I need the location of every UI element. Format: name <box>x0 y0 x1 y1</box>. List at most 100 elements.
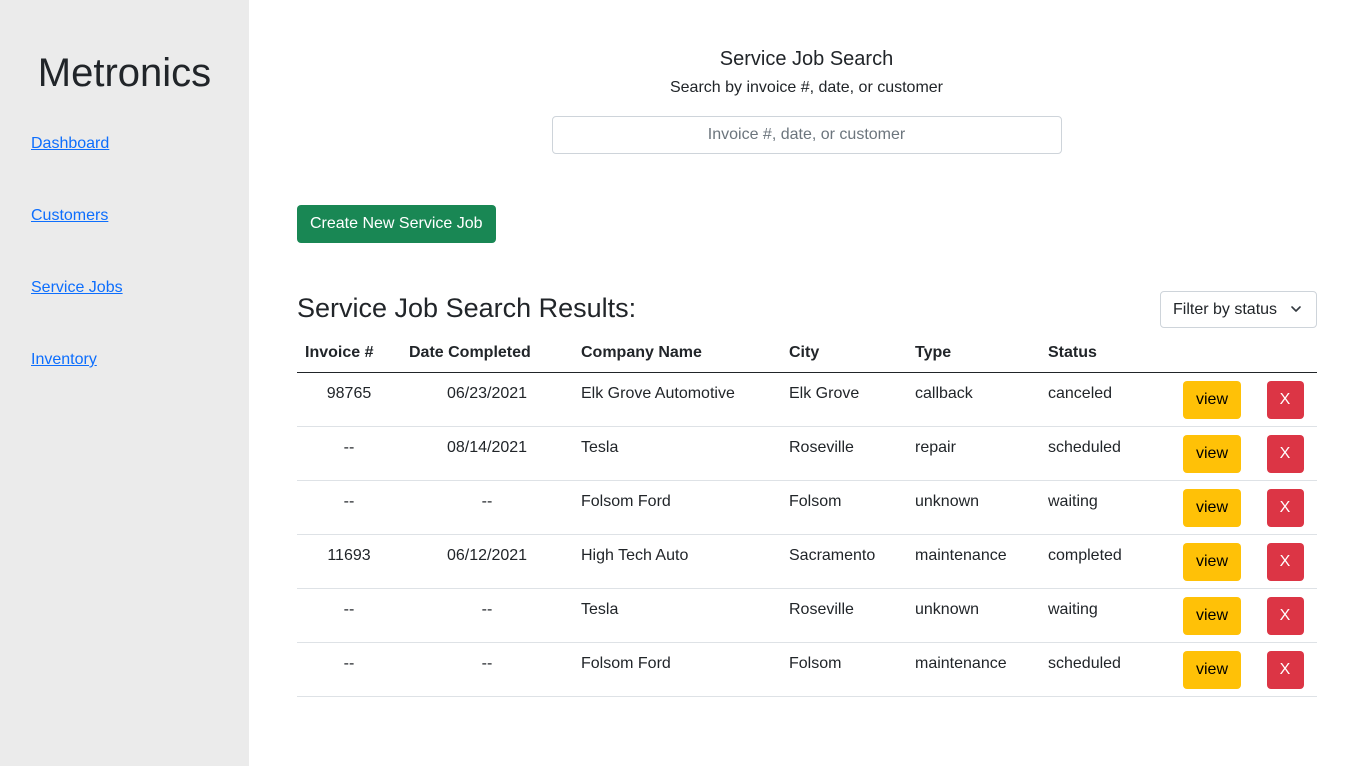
sidebar-nav: Dashboard Customers Service Jobs Invento… <box>0 134 249 422</box>
cell-view: view <box>1171 534 1253 589</box>
cell-status: canceled <box>1040 372 1171 427</box>
column-header-invoice: Invoice # <box>297 333 401 373</box>
column-header-delete <box>1253 333 1317 373</box>
cell-type: maintenance <box>907 534 1040 589</box>
cell-city: Sacramento <box>781 534 907 589</box>
column-header-view <box>1171 333 1253 373</box>
table-row: -- -- Tesla Roseville unknown waiting vi… <box>297 588 1317 643</box>
cell-city: Roseville <box>781 426 907 481</box>
table-row: 98765 06/23/2021 Elk Grove Automotive El… <box>297 372 1317 427</box>
cell-company: Tesla <box>573 588 781 643</box>
cell-type: maintenance <box>907 642 1040 697</box>
cell-delete: X <box>1253 534 1317 589</box>
cell-delete: X <box>1253 426 1317 481</box>
results-table: Invoice # Date Completed Company Name Ci… <box>297 333 1317 697</box>
status-filter-label: Filter by status <box>1173 300 1278 318</box>
view-button[interactable]: view <box>1183 489 1241 527</box>
cell-view: view <box>1171 372 1253 427</box>
cell-city: Folsom <box>781 642 907 697</box>
app-root: Metronics Dashboard Customers Service Jo… <box>0 0 1364 766</box>
table-row: -- 08/14/2021 Tesla Roseville repair sch… <box>297 426 1317 481</box>
results-title: Service Job Search Results: <box>297 293 637 323</box>
cell-invoice: -- <box>297 426 401 481</box>
view-button[interactable]: view <box>1183 435 1241 473</box>
brand-logo-text: Metronics <box>37 51 212 95</box>
cell-status: scheduled <box>1040 642 1171 697</box>
cell-date: 06/12/2021 <box>401 534 573 589</box>
cell-type: unknown <box>907 588 1040 643</box>
cell-type: unknown <box>907 480 1040 535</box>
delete-button[interactable]: X <box>1266 543 1304 581</box>
cell-type: callback <box>907 372 1040 427</box>
cell-invoice: -- <box>297 480 401 535</box>
table-header-row: Invoice # Date Completed Company Name Ci… <box>297 333 1317 373</box>
cell-company: Tesla <box>573 426 781 481</box>
cell-date: -- <box>401 642 573 697</box>
nav-link-service-jobs[interactable]: Service Jobs <box>31 279 123 296</box>
cell-company: High Tech Auto <box>573 534 781 589</box>
sidebar-item-dashboard: Dashboard <box>0 134 249 206</box>
column-header-city: City <box>781 333 907 373</box>
cell-date: 08/14/2021 <box>401 426 573 481</box>
cell-date: -- <box>401 480 573 535</box>
create-service-job-button[interactable]: Create New Service Job <box>297 205 496 243</box>
view-button[interactable]: view <box>1183 597 1241 635</box>
cell-type: repair <box>907 426 1040 481</box>
table-row: -- -- Folsom Ford Folsom unknown waiting… <box>297 480 1317 535</box>
cell-invoice: 11693 <box>297 534 401 589</box>
delete-button[interactable]: X <box>1266 489 1304 527</box>
column-header-date-completed: Date Completed <box>401 333 573 373</box>
delete-button[interactable]: X <box>1266 381 1304 419</box>
results-table-head: Invoice # Date Completed Company Name Ci… <box>297 333 1317 373</box>
cell-invoice: -- <box>297 642 401 697</box>
sidebar: Metronics Dashboard Customers Service Jo… <box>0 0 249 766</box>
delete-button[interactable]: X <box>1266 435 1304 473</box>
main-content: Service Job Search Search by invoice #, … <box>249 0 1364 766</box>
cell-delete: X <box>1253 372 1317 427</box>
cell-city: Roseville <box>781 588 907 643</box>
chevron-down-icon <box>1291 306 1301 312</box>
table-row: -- -- Folsom Ford Folsom maintenance sch… <box>297 642 1317 697</box>
column-header-company-name: Company Name <box>573 333 781 373</box>
column-header-status: Status <box>1040 333 1171 373</box>
cell-view: view <box>1171 480 1253 535</box>
sidebar-item-service-jobs: Service Jobs <box>0 278 249 350</box>
table-row: 11693 06/12/2021 High Tech Auto Sacramen… <box>297 534 1317 589</box>
cell-invoice: 98765 <box>297 372 401 427</box>
cell-view: view <box>1171 426 1253 481</box>
cell-city: Folsom <box>781 480 907 535</box>
cell-company: Elk Grove Automotive <box>573 372 781 427</box>
delete-button[interactable]: X <box>1266 651 1304 689</box>
search-section: Service Job Search Search by invoice #, … <box>249 46 1364 154</box>
search-title: Service Job Search <box>719 48 894 70</box>
column-header-type: Type <box>907 333 1040 373</box>
cell-date: 06/23/2021 <box>401 372 573 427</box>
cell-delete: X <box>1253 642 1317 697</box>
cell-view: view <box>1171 588 1253 643</box>
cell-date: -- <box>401 588 573 643</box>
search-input[interactable] <box>551 116 1062 154</box>
cell-invoice: -- <box>297 588 401 643</box>
results-table-body: 98765 06/23/2021 Elk Grove Automotive El… <box>297 372 1317 697</box>
status-filter-select[interactable]: Filter by status <box>1160 291 1317 328</box>
sidebar-item-customers: Customers <box>0 206 249 278</box>
cell-delete: X <box>1253 588 1317 643</box>
cell-company: Folsom Ford <box>573 480 781 535</box>
view-button[interactable]: view <box>1183 543 1241 581</box>
cell-status: scheduled <box>1040 426 1171 481</box>
cell-city: Elk Grove <box>781 372 907 427</box>
cell-status: waiting <box>1040 480 1171 535</box>
view-button[interactable]: view <box>1183 381 1241 419</box>
sidebar-item-inventory: Inventory <box>0 350 249 422</box>
nav-link-inventory[interactable]: Inventory <box>31 351 97 368</box>
view-button[interactable]: view <box>1183 651 1241 689</box>
cell-view: view <box>1171 642 1253 697</box>
cell-status: completed <box>1040 534 1171 589</box>
search-subtitle: Search by invoice #, date, or customer <box>669 79 944 96</box>
delete-button[interactable]: X <box>1266 597 1304 635</box>
nav-link-customers[interactable]: Customers <box>31 207 108 224</box>
nav-link-dashboard[interactable]: Dashboard <box>31 135 109 152</box>
cell-company: Folsom Ford <box>573 642 781 697</box>
cell-status: waiting <box>1040 588 1171 643</box>
cell-delete: X <box>1253 480 1317 535</box>
